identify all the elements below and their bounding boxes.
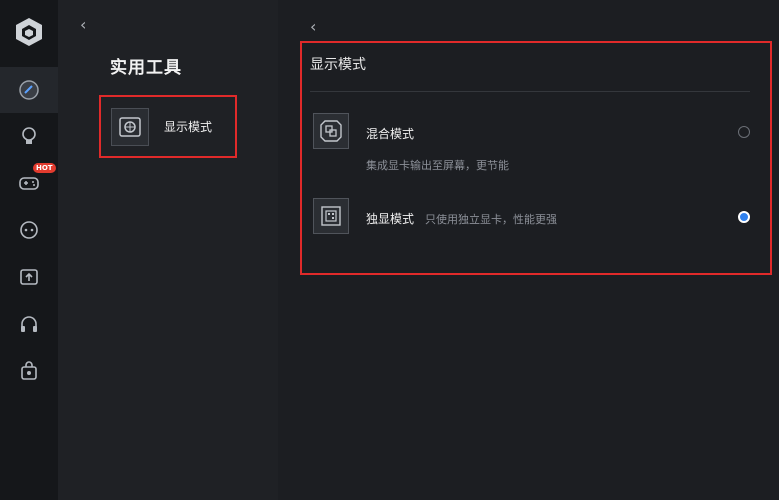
hot-badge: HOT bbox=[33, 163, 56, 173]
chat-bubble-icon bbox=[20, 221, 38, 239]
gauge-icon bbox=[19, 80, 39, 100]
option-desc-hybrid: 集成显卡输出至屏幕，更节能 bbox=[366, 159, 509, 172]
sidebar-item-audio[interactable] bbox=[0, 301, 58, 347]
back-chevron-icon[interactable]: ‹ bbox=[80, 17, 86, 33]
lightbulb-icon bbox=[22, 127, 36, 144]
icon-rail: HOT bbox=[0, 0, 58, 500]
display-mode-section: 显示模式 混合模式 集成显卡输出至屏幕，更节能 独显模式 只使用独立显卡，性能更… bbox=[300, 41, 772, 275]
back-chevron-icon[interactable]: ‹ bbox=[310, 19, 316, 35]
tool-item-label: 显示模式 bbox=[164, 120, 213, 134]
option-desc-discrete: 只使用独立显卡，性能更强 bbox=[425, 213, 557, 226]
display-mode-icon bbox=[111, 107, 149, 146]
section-title: 显示模式 bbox=[310, 57, 366, 73]
display-mode-panel: ‹ 显示模式 混合模式 集成显卡输出至屏幕，更节能 独显模式 只使用独立显卡，性… bbox=[278, 0, 779, 500]
sidebar-item-store[interactable] bbox=[0, 348, 58, 394]
sidebar-item-performance[interactable] bbox=[0, 67, 58, 113]
tool-item-display-mode[interactable]: 显示模式 bbox=[99, 95, 237, 158]
discrete-mode-icon bbox=[313, 198, 349, 234]
sidebar-item-game[interactable]: HOT bbox=[0, 160, 58, 206]
headphones-icon bbox=[21, 316, 37, 332]
radio-discrete-mode[interactable] bbox=[738, 211, 750, 223]
tools-panel-title: 实用工具 bbox=[110, 58, 182, 78]
radio-hybrid-mode[interactable] bbox=[738, 126, 750, 138]
shopping-bag-icon bbox=[21, 361, 37, 380]
hybrid-mode-icon bbox=[313, 113, 349, 149]
option-name-discrete: 独显模式 bbox=[366, 212, 415, 226]
option-name-hybrid: 混合模式 bbox=[366, 127, 415, 141]
tools-panel: ‹ 实用工具 显示模式 bbox=[58, 0, 278, 500]
gamepad-icon bbox=[19, 177, 39, 190]
sidebar-item-lighting[interactable] bbox=[0, 113, 58, 159]
divider bbox=[310, 91, 750, 92]
sidebar-item-update[interactable] bbox=[0, 254, 58, 300]
upload-icon bbox=[20, 269, 38, 285]
app-logo-icon bbox=[15, 17, 43, 47]
sidebar-item-assistant[interactable] bbox=[0, 207, 58, 253]
